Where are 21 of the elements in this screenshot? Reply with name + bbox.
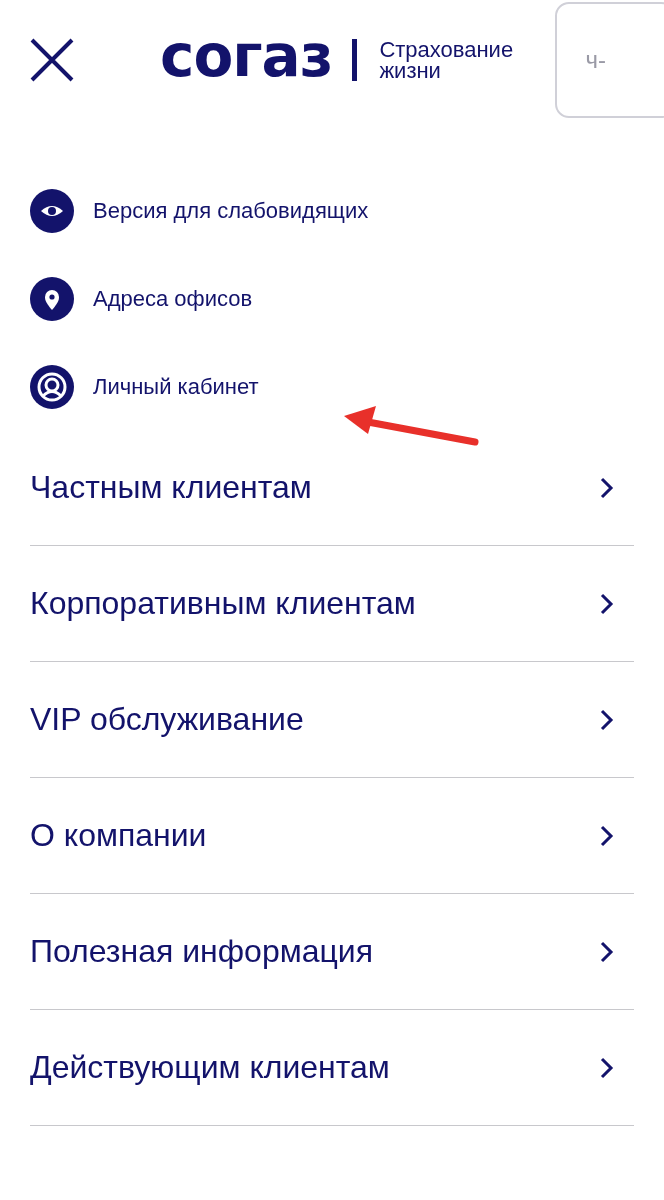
menu-item[interactable]: VIP обслуживание: [30, 701, 304, 738]
quick-link[interactable]: Личный кабинет: [93, 374, 259, 400]
menu-item[interactable]: Полезная информация: [30, 933, 373, 970]
logo-tagline: Страхование жизни: [379, 39, 515, 81]
menu-item[interactable]: Корпоративным клиентам: [30, 585, 416, 622]
logo[interactable]: согаз: [160, 27, 333, 85]
chevron-right-icon: [600, 708, 614, 731]
menu-item[interactable]: Действующим клиентам: [30, 1049, 390, 1086]
close-icon[interactable]: [30, 38, 74, 82]
eye-icon: [30, 189, 74, 233]
user-icon: [30, 365, 74, 409]
chevron-right-icon: [600, 940, 614, 963]
location-pin-icon: [30, 277, 74, 321]
chevron-right-icon: [600, 1056, 614, 1079]
menu-item[interactable]: Частным клиентам: [30, 469, 312, 506]
chevron-right-icon: [600, 476, 614, 499]
quick-link[interactable]: Версия для слабовидящих: [93, 198, 369, 224]
menu-item[interactable]: О компании: [30, 817, 207, 854]
chevron-right-icon: [600, 824, 614, 847]
chevron-right-icon: [600, 592, 614, 615]
quick-link[interactable]: Адреса офисов: [93, 286, 253, 312]
